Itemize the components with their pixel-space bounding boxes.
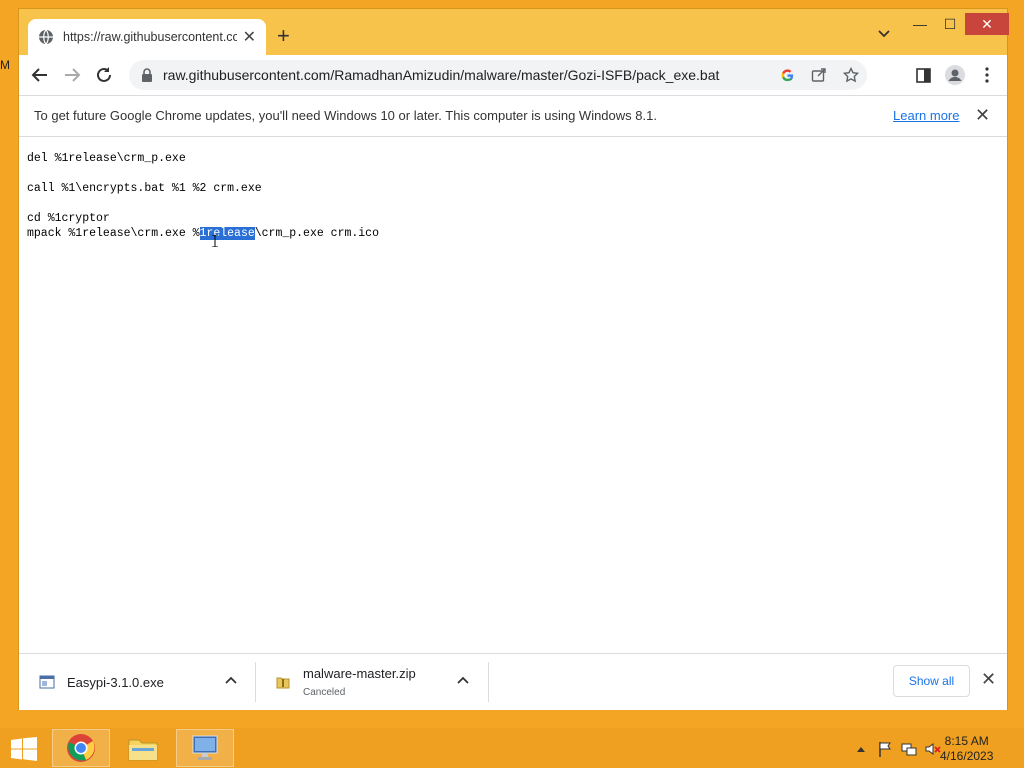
google-icon[interactable] bbox=[771, 68, 803, 83]
chrome-window: https://raw.githubusercontent.co ✕ + — ☐… bbox=[18, 8, 1009, 710]
monitor-icon bbox=[192, 735, 218, 760]
tab-search-chevron-icon[interactable] bbox=[877, 27, 891, 41]
download-item[interactable]: Easypi-3.1.0.exe bbox=[19, 654, 254, 710]
side-panel-icon[interactable] bbox=[907, 63, 939, 87]
learn-more-link[interactable]: Learn more bbox=[893, 108, 959, 123]
browser-toolbar: raw.githubusercontent.com/RamadhanAmizud… bbox=[19, 55, 1007, 95]
exe-file-icon bbox=[39, 675, 55, 689]
code-line-suffix: \crm_p.exe crm.ico bbox=[254, 227, 379, 240]
chrome-icon bbox=[67, 734, 95, 762]
download-shelf: Easypi-3.1.0.exe malware-master.zip Canc… bbox=[19, 653, 1007, 710]
code-line: del %1release\crm_p.exe bbox=[27, 152, 186, 165]
new-tab-button[interactable]: + bbox=[277, 25, 290, 47]
system-tray bbox=[852, 740, 942, 758]
address-bar[interactable]: raw.githubusercontent.com/RamadhanAmizud… bbox=[129, 60, 867, 90]
tab-active[interactable]: https://raw.githubusercontent.co ✕ bbox=[28, 19, 266, 55]
clock-time: 8:15 AM bbox=[944, 734, 989, 748]
taskbar: 8:15 AM 4/16/2023 bbox=[0, 728, 1024, 768]
lock-icon bbox=[142, 68, 152, 82]
tab-title: https://raw.githubusercontent.co bbox=[63, 30, 237, 44]
taskbar-clock[interactable]: 8:15 AM 4/16/2023 bbox=[940, 734, 993, 764]
download-filename: malware-master.zip bbox=[303, 666, 416, 681]
minimize-button[interactable]: — bbox=[905, 13, 935, 35]
download-filename: Easypi-3.1.0.exe bbox=[67, 674, 164, 690]
windows-start-icon[interactable] bbox=[10, 737, 38, 761]
share-icon[interactable] bbox=[803, 67, 835, 83]
maximize-button[interactable]: ☐ bbox=[935, 13, 965, 35]
download-status: Canceled bbox=[303, 687, 346, 698]
infobar-message: To get future Google Chrome updates, you… bbox=[34, 108, 657, 123]
tray-expand-chevron-icon[interactable] bbox=[852, 740, 870, 758]
tab-strip: https://raw.githubusercontent.co ✕ + — ☐… bbox=[19, 9, 1009, 55]
selected-text: 1release bbox=[199, 227, 255, 240]
code-line: cd %1cryptor bbox=[27, 212, 110, 225]
network-icon[interactable] bbox=[900, 740, 918, 758]
menu-kebab-icon[interactable] bbox=[971, 63, 1003, 87]
code-line-prefix: mpack %1release\crm.exe % bbox=[27, 227, 200, 240]
url-text: raw.githubusercontent.com/RamadhanAmizud… bbox=[163, 67, 720, 83]
chevron-up-icon[interactable] bbox=[225, 674, 237, 688]
text-cursor-icon bbox=[212, 235, 218, 247]
download-item[interactable]: malware-master.zip Canceled bbox=[255, 654, 488, 710]
action-center-flag-icon[interactable] bbox=[876, 740, 894, 758]
taskbar-chrome-button[interactable] bbox=[52, 729, 110, 767]
shelf-close-icon[interactable]: ✕ bbox=[981, 669, 996, 690]
back-arrow-icon[interactable] bbox=[28, 63, 52, 87]
bookmark-star-icon[interactable] bbox=[835, 67, 867, 83]
desktop-edge-text: M bbox=[0, 58, 10, 72]
show-all-button[interactable]: Show all bbox=[893, 665, 970, 697]
infobar-close-icon[interactable]: ✕ bbox=[975, 105, 990, 126]
chevron-up-icon[interactable] bbox=[457, 674, 469, 688]
zip-file-icon bbox=[276, 677, 290, 689]
taskbar-explorer-button[interactable] bbox=[114, 729, 172, 767]
page-content[interactable]: del %1release\crm_p.exe call %1\encrypts… bbox=[19, 137, 1007, 653]
profile-avatar-icon[interactable] bbox=[939, 63, 971, 87]
reload-icon[interactable] bbox=[92, 63, 116, 87]
clock-date: 4/16/2023 bbox=[940, 749, 994, 763]
batch-file-text[interactable]: del %1release\crm_p.exe call %1\encrypts… bbox=[27, 151, 379, 241]
tab-close-icon[interactable]: ✕ bbox=[243, 27, 256, 47]
divider bbox=[488, 662, 489, 702]
folder-icon bbox=[128, 739, 158, 761]
taskbar-remote-desktop-button[interactable] bbox=[176, 729, 234, 767]
globe-icon bbox=[38, 29, 54, 45]
close-window-button[interactable]: ✕ bbox=[965, 13, 1009, 35]
forward-arrow-icon[interactable] bbox=[60, 63, 84, 87]
update-infobar: To get future Google Chrome updates, you… bbox=[19, 95, 1007, 137]
code-line: call %1\encrypts.bat %1 %2 crm.exe bbox=[27, 182, 262, 195]
